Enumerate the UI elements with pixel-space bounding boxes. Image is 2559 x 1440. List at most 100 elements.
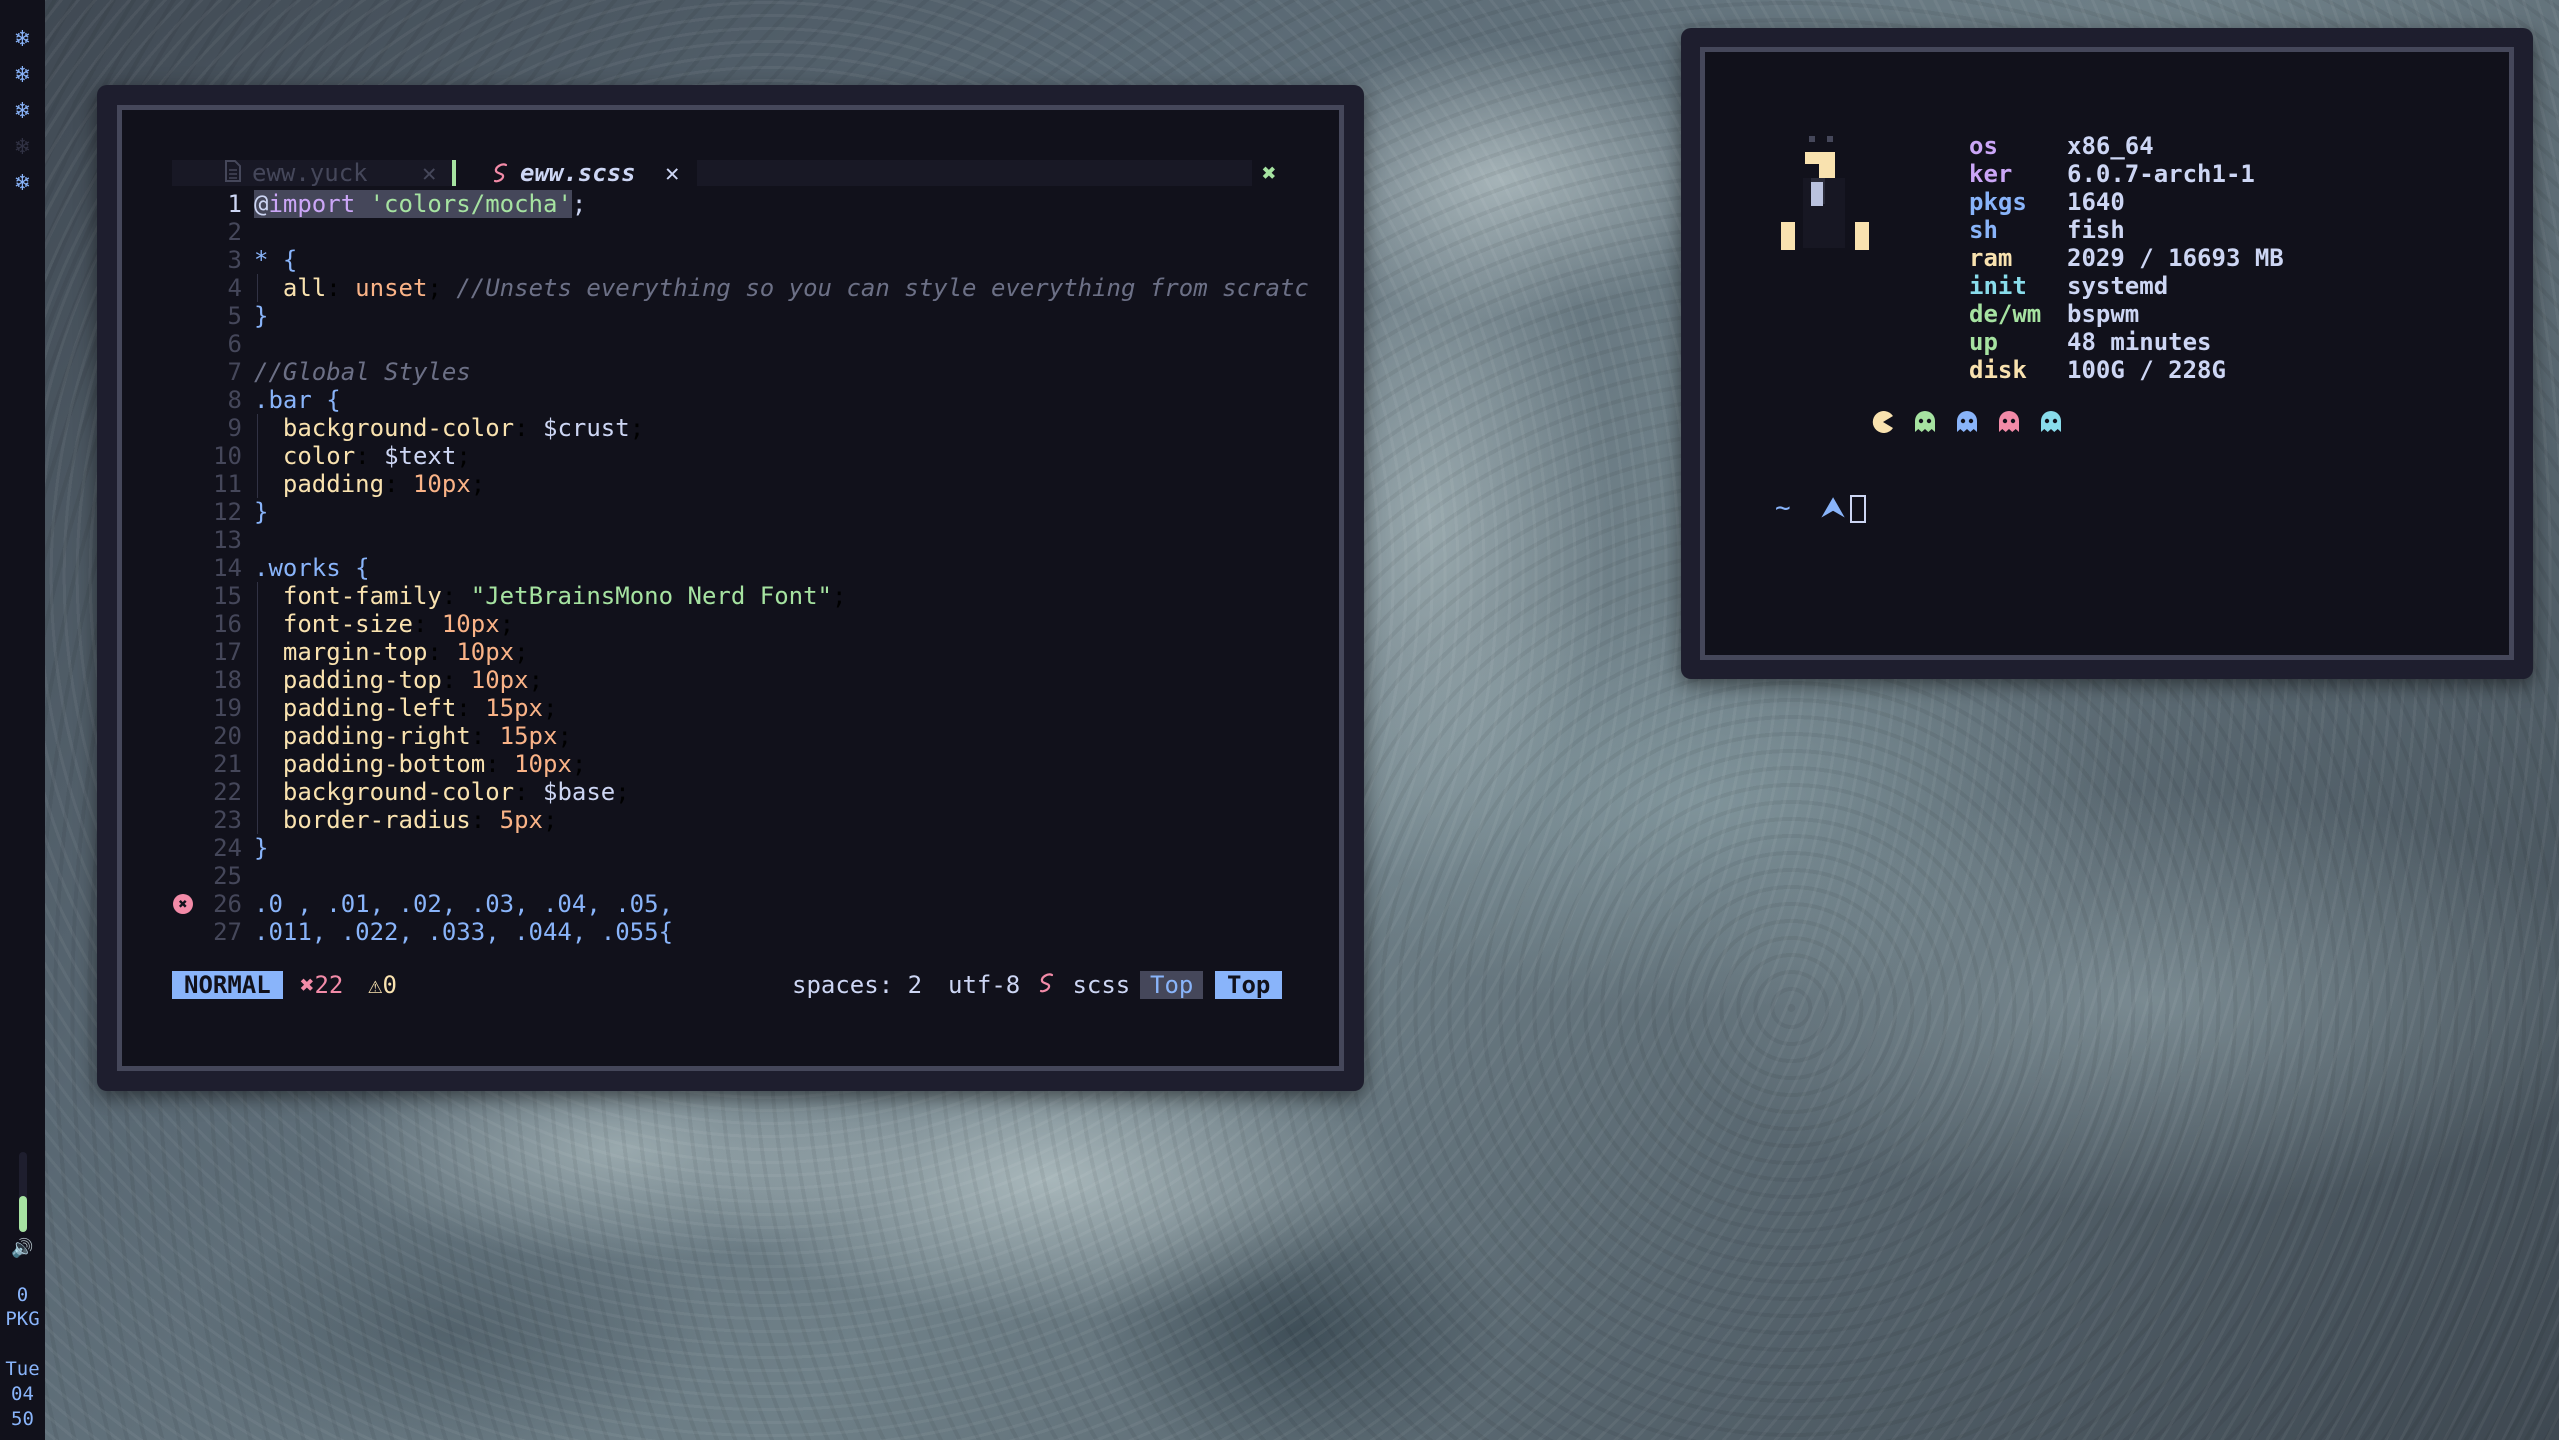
indent-guide — [257, 722, 258, 750]
info-value: bspwm — [2067, 300, 2140, 328]
line-number: 3 — [227, 246, 242, 274]
ghost-icon — [1915, 411, 1935, 432]
line-number: 11 — [213, 470, 242, 498]
speaker-icon[interactable]: 🔊 — [11, 1238, 33, 1259]
info-value: systemd — [2067, 272, 2169, 300]
workspace-1-icon[interactable]: ❄ — [0, 20, 45, 56]
ghost-icon — [2041, 411, 2061, 432]
prompt-directory: ~ — [1775, 493, 1791, 523]
value: 15px — [499, 722, 558, 750]
line-number: 12 — [213, 498, 242, 526]
info-key: os — [1969, 132, 1998, 160]
terminal-window[interactable]: os x86_64 ker 6.0.7-arch1-1 pkgs 1640 sh fis… — [1681, 28, 2533, 679]
info-key: up — [1969, 328, 1998, 356]
clock-minute: 50 — [11, 1408, 34, 1430]
indent-guide — [257, 638, 258, 666]
selector: .0 , .01, .02, .03, .04, .05, — [254, 890, 674, 918]
info-value: 1640 — [2067, 188, 2125, 216]
terminal-cursor[interactable] — [1850, 494, 1867, 523]
info-row: ram 2029 / 16693 MB — [1969, 244, 2284, 272]
clock-hour: 04 — [11, 1383, 34, 1405]
code-line: 12} — [172, 498, 1284, 526]
value: 5px — [499, 806, 544, 834]
line-number: 4 — [227, 274, 242, 302]
line-number: 10 — [213, 442, 242, 470]
code-line: 8 .bar { — [172, 386, 1284, 414]
line-number: 5 — [227, 302, 242, 330]
ghost-icon — [1957, 411, 1977, 432]
code-line: 5} — [172, 302, 1284, 330]
property: font-family — [282, 582, 442, 610]
property: padding-right — [282, 722, 471, 750]
brace: { — [311, 386, 341, 414]
statusline: NORMAL ✖22 ⚠0 spaces: 2 utf-8 scss Top T… — [172, 971, 1284, 999]
close-icon[interactable]: ✕ — [665, 160, 679, 186]
info-row: up 48 minutes — [1969, 328, 2284, 356]
neovim-window[interactable]: eww.yuck ✕ eww.scss ✕ ✖ 1 @import 'colors… — [97, 85, 1364, 1091]
code-line: 24} — [172, 834, 1284, 862]
system-info: os x86_64 ker 6.0.7-arch1-1 pkgs 1640 sh fis… — [1969, 132, 2284, 384]
scroll-position: Top — [1140, 971, 1204, 999]
property: all — [282, 274, 327, 302]
cursor-char: @ — [254, 190, 269, 218]
filetype: scss — [1038, 971, 1130, 1000]
clock-day: Tue — [5, 1358, 40, 1380]
package-label: PKG — [5, 1308, 40, 1330]
error-count[interactable]: ✖22 — [300, 971, 343, 999]
line-number: 27 — [213, 918, 242, 946]
workspace-5-icon[interactable]: ❄ — [0, 164, 45, 200]
volume-slider[interactable] — [18, 1152, 27, 1232]
indent-guide — [257, 806, 258, 834]
code-line: 19 padding-left: 15px; — [172, 694, 1284, 722]
error-count-value: 22 — [314, 971, 344, 999]
info-value: 2029 / 16693 MB — [2067, 244, 2284, 272]
code-line: 13 — [172, 526, 1284, 554]
workspace-4-icon[interactable]: ❄ — [0, 128, 45, 164]
line-number: 21 — [213, 750, 242, 778]
tab-eww-yuck[interactable]: eww.yuck ✕ — [172, 160, 452, 186]
string: 'colors/mocha' — [355, 190, 572, 218]
code-line: 20 padding-right: 15px; — [172, 722, 1284, 750]
line-number: 20 — [213, 722, 242, 750]
tab-eww-scss[interactable]: eww.scss ✕ — [462, 160, 692, 186]
shell-prompt[interactable]: ~ ⮝ — [1775, 492, 1867, 524]
info-row: de/wm bspwm — [1969, 300, 2284, 328]
workspace-3-icon[interactable]: ❄ — [0, 92, 45, 128]
tab-label: eww.scss — [520, 159, 636, 187]
cursor-position: Top — [1215, 971, 1283, 999]
value: 10px — [412, 470, 471, 498]
package-update-count: 0 — [16, 1284, 29, 1306]
pacman-icon — [1872, 411, 1893, 433]
line-number: 18 — [213, 666, 242, 694]
string: "JetBrainsMono Nerd Font" — [470, 582, 832, 610]
code-line: 16 font-size: 10px; — [172, 610, 1284, 638]
punct: ; — [571, 190, 587, 218]
error-diagnostic-icon[interactable]: ✖ — [173, 894, 193, 914]
code-buffer[interactable]: 1 @import 'colors/mocha'; 2 3 * { 4 all: u… — [172, 190, 1309, 946]
info-row: init systemd — [1969, 272, 2284, 300]
indent-guide — [257, 274, 258, 302]
brace: } — [254, 834, 269, 862]
terminal-frame: os x86_64 ker 6.0.7-arch1-1 pkgs 1640 sh fis… — [1700, 47, 2514, 660]
value: 10px — [514, 750, 572, 778]
code-line: 9 background-color: $crust; — [172, 414, 1284, 442]
close-icon[interactable]: ✕ — [422, 160, 436, 186]
indent-guide — [257, 582, 258, 610]
line-number: 19 — [213, 694, 242, 722]
value: $base — [543, 778, 616, 806]
value: $crust — [543, 414, 630, 442]
line-number: 1 — [227, 190, 242, 218]
info-value: x86_64 — [2067, 132, 2154, 160]
warning-count[interactable]: ⚠0 — [368, 971, 397, 999]
selector: .011, .022, .033, .044, .055{ — [254, 918, 674, 946]
code-line: 25 — [172, 862, 1284, 890]
ghost-icon — [1999, 411, 2019, 432]
property: border-radius — [282, 806, 471, 834]
tab-separator — [452, 160, 456, 186]
brace: } — [254, 498, 269, 526]
info-row: sh fish — [1969, 216, 2284, 244]
warning-count-value: 0 — [382, 971, 397, 999]
keyword: import — [268, 190, 356, 218]
close-all-icon[interactable]: ✖ — [1262, 160, 1276, 186]
workspace-2-icon[interactable]: ❄ — [0, 56, 45, 92]
